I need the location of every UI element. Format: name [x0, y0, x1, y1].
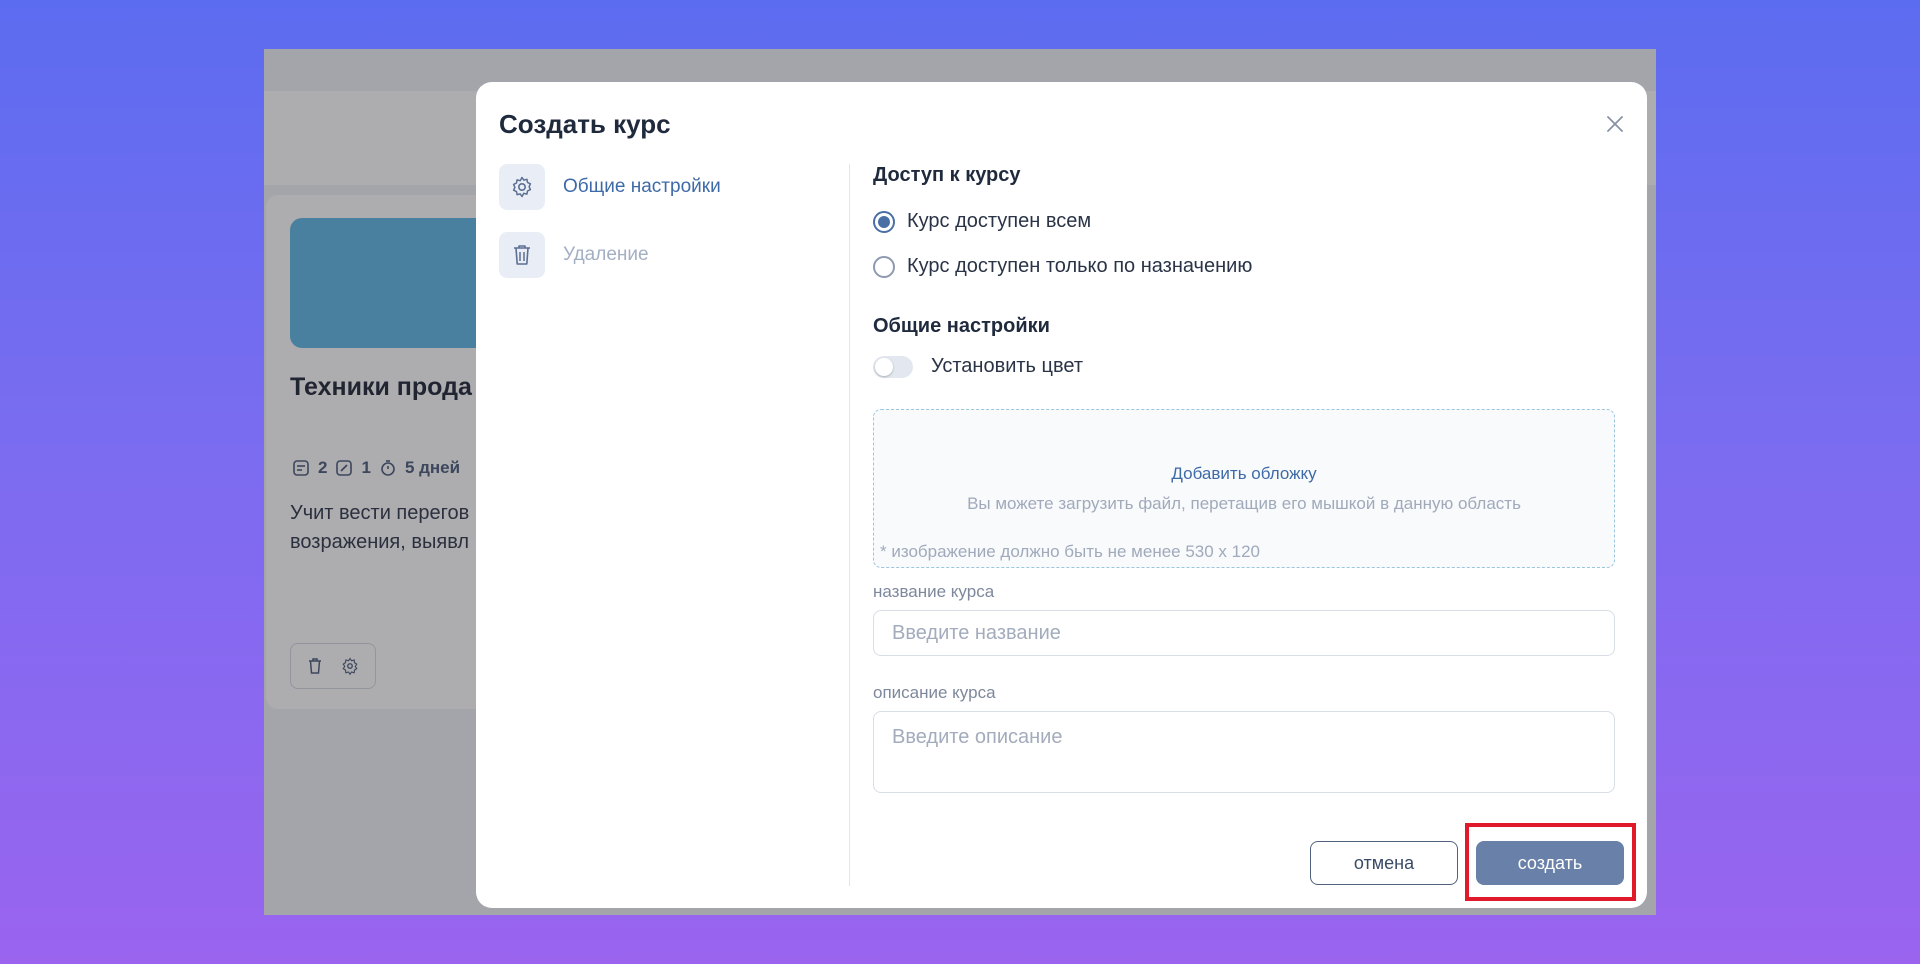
course-name-label: название курса	[873, 582, 995, 601]
set-color-row: Установить цвет	[873, 355, 1083, 378]
create-course-modal: Создать курс Общие настройки Удаление До…	[476, 82, 1647, 908]
course-description-input[interactable]	[873, 711, 1615, 793]
access-heading: Доступ к курсу	[873, 164, 1021, 186]
cancel-button[interactable]: отмена	[1310, 841, 1458, 885]
create-button[interactable]: создать	[1476, 841, 1624, 885]
close-icon	[1607, 116, 1623, 132]
modal-side-nav: Общие настройки Удаление	[499, 164, 829, 300]
gear-icon	[499, 164, 545, 210]
cover-upload-dropzone[interactable]: Добавить обложку Вы можете загрузить фай…	[873, 409, 1615, 568]
add-cover-link[interactable]: Добавить обложку	[874, 464, 1614, 484]
modal-title: Создать курс	[499, 109, 671, 139]
nav-item-delete[interactable]: Удаление	[499, 232, 829, 278]
close-button[interactable]	[1601, 110, 1629, 138]
toggle-label: Установить цвет	[931, 355, 1084, 377]
nav-item-general-settings[interactable]: Общие настройки	[499, 164, 829, 210]
trash-icon	[499, 232, 545, 278]
radio-access-assigned[interactable]: Курс доступен только по назначению	[873, 255, 1252, 278]
radio-button[interactable]	[873, 255, 895, 278]
course-name-input[interactable]	[873, 610, 1615, 656]
vertical-divider	[849, 164, 850, 886]
radio-access-all[interactable]: Курс доступен всем	[873, 210, 1091, 233]
image-size-note: * изображение должно быть не менее 530 x…	[880, 542, 1261, 561]
radio-label: Курс доступен только по назначению	[907, 255, 1253, 277]
general-settings-heading: Общие настройки	[873, 315, 1050, 337]
nav-item-label: Общие настройки	[563, 176, 721, 197]
radio-label: Курс доступен всем	[907, 210, 1092, 232]
radio-button[interactable]	[873, 210, 895, 233]
course-description-label: описание курса	[873, 683, 996, 702]
set-color-toggle[interactable]	[873, 355, 913, 378]
nav-item-label: Удаление	[563, 244, 649, 265]
upload-hint: Вы можете загрузить файл, перетащив его …	[967, 494, 1521, 513]
